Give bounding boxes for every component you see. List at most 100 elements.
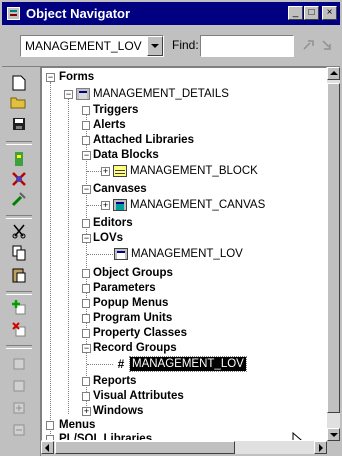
empty-node-box [82,106,90,115]
canvas-expand-toggle[interactable]: + [101,201,110,210]
forms-expand-toggle[interactable]: − [46,73,55,82]
tree-node-alerts[interactable]: Alerts [93,118,126,132]
tree-guide-line [87,254,113,255]
find-label: Find: [172,38,199,52]
empty-node-box [82,136,90,145]
record-groups-expand-toggle[interactable]: − [82,344,91,353]
app-icon [7,7,20,20]
tree-node-editors[interactable]: Editors [93,216,133,230]
tree-node-plsql-libraries[interactable]: PL/SQL Libraries [59,432,152,440]
scroll-right-button[interactable] [314,441,327,454]
tree-guide-line [87,364,113,365]
record-group-icon: # [117,357,125,371]
tree-node-record-group-selected[interactable]: MANAGEMENT_LOV [129,356,247,372]
data-blocks-expand-toggle[interactable]: − [82,151,91,160]
mouse-pointer-icon [292,432,302,440]
canvas-icon [113,199,127,211]
lovs-expand-toggle[interactable]: − [82,234,91,243]
debug-icon[interactable] [8,171,30,189]
tree-node-module[interactable]: MANAGEMENT_DETAILS [93,87,229,101]
empty-node-box [82,121,90,130]
scroll-left-button[interactable] [41,441,54,454]
tree-node-data-blocks[interactable]: Data Blocks [93,148,159,162]
tree-guide-line [68,96,69,414]
tree-node-reports[interactable]: Reports [93,374,136,388]
minimize-button[interactable]: _ [288,6,303,20]
module-select[interactable]: MANAGEMENT_LOV [20,35,164,57]
tree-node-attached-libraries[interactable]: Attached Libraries [93,133,194,147]
horizontal-scrollbar[interactable] [41,441,327,454]
collapse-all-icon[interactable] [8,423,30,441]
compile-icon[interactable] [8,191,30,209]
empty-node-box [46,421,54,430]
data-block-icon [113,165,127,177]
cut-icon[interactable] [8,223,30,241]
scroll-up-button[interactable] [327,67,340,80]
vertical-scrollbar[interactable] [327,67,340,441]
expand-icon[interactable] [8,357,30,375]
empty-node-box [82,392,90,401]
tree-node-lovs[interactable]: LOVs [93,231,123,245]
new-file-icon[interactable] [8,75,30,93]
tree-node-management-canvas[interactable]: MANAGEMENT_CANVAS [130,198,265,212]
tree-node-popup-menus[interactable]: Popup Menus [93,296,168,310]
collapse-icon[interactable] [8,379,30,397]
empty-node-box [82,377,90,386]
run-form-icon[interactable] [8,151,30,169]
close-button[interactable]: × [322,6,337,20]
tree-node-management-block[interactable]: MANAGEMENT_BLOCK [130,164,258,178]
find-previous-icon[interactable] [302,38,316,52]
object-tree: − Forms − MANAGEMENT_DETAILS Triggers Al… [41,67,327,441]
create-object-icon[interactable] [8,299,30,317]
save-icon[interactable] [8,117,30,135]
empty-node-box [82,299,90,308]
find-input[interactable] [200,35,294,57]
tree-guide-line [87,205,101,206]
navigator-toolbar: MANAGEMENT_LOV Find: [2,25,340,67]
canvases-expand-toggle[interactable]: − [82,185,91,194]
paste-icon[interactable] [8,267,30,285]
windows-expand-toggle[interactable]: + [82,407,91,416]
chevron-down-icon[interactable] [147,36,163,56]
palette-divider [6,215,32,219]
title-bar[interactable]: Object Navigator _ □ × [2,2,340,25]
tree-node-visual-attributes[interactable]: Visual Attributes [93,389,184,403]
empty-node-box [82,329,90,338]
copy-icon[interactable] [8,245,30,263]
empty-node-box [82,269,90,278]
tree-node-menus[interactable]: Menus [59,418,95,432]
tree-node-forms[interactable]: Forms [59,70,94,84]
form-module-icon [76,88,90,100]
tree-node-record-groups[interactable]: Record Groups [93,341,177,355]
tree-guide-line [50,82,51,438]
tree-node-management-lov[interactable]: MANAGEMENT_LOV [131,247,243,261]
vertical-scroll-thumb[interactable] [327,83,340,413]
tool-palette [2,67,41,456]
tree-node-triggers[interactable]: Triggers [93,103,138,117]
tree-guide-line [87,171,101,172]
window-title: Object Navigator [26,6,131,21]
palette-divider [6,291,32,295]
object-navigator-window: Object Navigator _ □ × MANAGEMENT_LOV Fi… [0,0,342,456]
maximize-button[interactable]: □ [304,6,319,20]
empty-node-box [82,219,90,228]
lov-icon [114,248,128,260]
open-folder-icon[interactable] [8,95,30,113]
palette-divider [6,345,32,349]
tree-node-object-groups[interactable]: Object Groups [93,266,173,280]
empty-node-box [82,284,90,293]
expand-all-icon[interactable] [8,401,30,419]
tree-node-property-classes[interactable]: Property Classes [93,326,187,340]
empty-node-box [82,314,90,323]
module-expand-toggle[interactable]: − [64,90,73,99]
delete-object-icon[interactable] [8,321,30,339]
find-next-icon[interactable] [320,38,334,52]
scroll-down-button[interactable] [327,428,340,441]
tree-node-parameters[interactable]: Parameters [93,281,156,295]
tree-node-canvases[interactable]: Canvases [93,182,147,196]
horizontal-scroll-thumb[interactable] [55,441,235,454]
tree-node-program-units[interactable]: Program Units [93,311,172,325]
tree-node-windows[interactable]: Windows [93,404,143,418]
module-select-value: MANAGEMENT_LOV [25,39,142,53]
block-expand-toggle[interactable]: + [101,167,110,176]
